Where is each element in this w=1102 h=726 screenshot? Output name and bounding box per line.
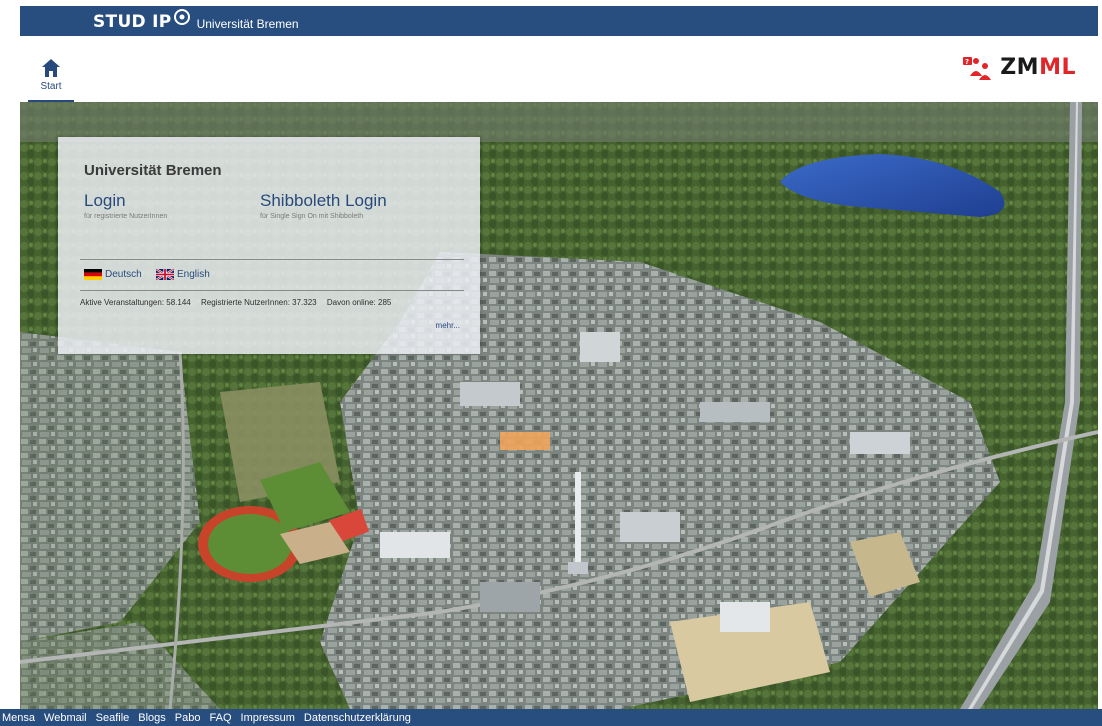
footer-link-blogs[interactable]: Blogs bbox=[138, 712, 166, 724]
footer-link-faq[interactable]: FAQ bbox=[210, 712, 232, 724]
shibboleth-login-subtitle: für Single Sign On mit Shibboleth bbox=[260, 213, 364, 220]
login-panel: Universität Bremen Login für registriert… bbox=[58, 137, 480, 354]
language-deutsch-label: Deutsch bbox=[105, 269, 142, 280]
uk-flag-icon bbox=[156, 269, 174, 280]
language-deutsch-link[interactable]: Deutsch bbox=[84, 269, 142, 280]
footer-link-mensa[interactable]: Mensa bbox=[2, 712, 35, 724]
zmml-people-icon: ? bbox=[963, 57, 992, 80]
language-english-link[interactable]: English bbox=[156, 269, 210, 280]
svg-text:?: ? bbox=[965, 58, 969, 66]
footer-link-impressum[interactable]: Impressum bbox=[241, 712, 295, 724]
footer-link-datenschutz[interactable]: Datenschutzerklärung bbox=[304, 712, 411, 724]
zmml-wordmark: ZMML bbox=[1000, 54, 1076, 80]
more-link[interactable]: mehr... bbox=[436, 321, 460, 330]
nav-start-item[interactable]: Start bbox=[28, 58, 74, 102]
zmml-logo[interactable]: ? ZMML bbox=[962, 52, 1076, 82]
studip-logo[interactable]: STUD IP Universität Bremen bbox=[93, 9, 299, 34]
top-header-bar: STUD IP Universität Bremen bbox=[20, 6, 1098, 36]
login-link[interactable]: Login bbox=[84, 191, 126, 211]
usage-stats: Aktive Veranstaltungen: 58.144 Registrie… bbox=[80, 298, 391, 307]
germany-flag-icon bbox=[84, 269, 102, 280]
page: STUD IP Universität Bremen Start ? ZMML … bbox=[0, 0, 1102, 726]
shibboleth-login-link[interactable]: Shibboleth Login bbox=[260, 191, 387, 211]
nav-start-label: Start bbox=[40, 81, 62, 92]
footer-link-webmail[interactable]: Webmail bbox=[44, 712, 87, 724]
login-subtitle: für registrierte NutzerInnen bbox=[84, 213, 168, 220]
stat-registered-users: Registrierte NutzerInnen: 37.323 bbox=[200, 298, 317, 307]
institution-name: Universität Bremen bbox=[196, 16, 299, 31]
panel-title: Universität Bremen bbox=[84, 162, 222, 179]
studip-logo-text: STUD IP bbox=[93, 12, 172, 32]
navigation-bar: Start ? ZMML bbox=[20, 36, 1098, 102]
panel-divider-top bbox=[80, 259, 464, 260]
language-english-label: English bbox=[177, 269, 210, 280]
stat-online-users: Davon online: 285 bbox=[326, 298, 392, 307]
home-icon bbox=[42, 59, 60, 77]
footer-link-pabo[interactable]: Pabo bbox=[175, 712, 201, 724]
footer-link-seafile[interactable]: Seafile bbox=[96, 712, 130, 724]
footer-bar: Mensa Webmail Seafile Blogs Pabo FAQ Imp… bbox=[0, 709, 1102, 726]
stat-active-courses: Aktive Veranstaltungen: 58.144 bbox=[80, 298, 191, 307]
studip-logo-mark-icon bbox=[173, 9, 190, 25]
panel-divider-bottom bbox=[80, 290, 464, 291]
